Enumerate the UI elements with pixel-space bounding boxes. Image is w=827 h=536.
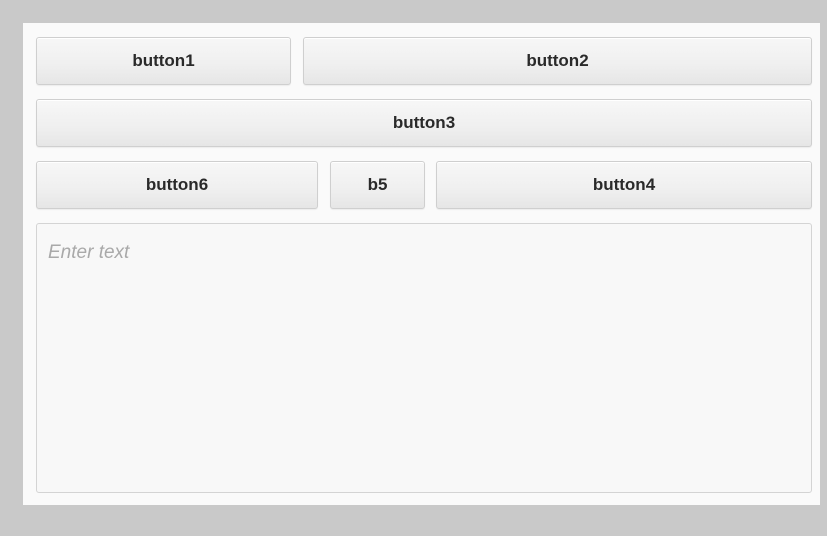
button1[interactable]: button1 bbox=[36, 37, 291, 85]
button3[interactable]: button3 bbox=[36, 99, 812, 147]
button6[interactable]: button6 bbox=[36, 161, 318, 209]
b5-button[interactable]: b5 bbox=[330, 161, 425, 209]
text-input-area[interactable] bbox=[36, 223, 812, 493]
button2[interactable]: button2 bbox=[303, 37, 812, 85]
button4[interactable]: button4 bbox=[436, 161, 812, 209]
